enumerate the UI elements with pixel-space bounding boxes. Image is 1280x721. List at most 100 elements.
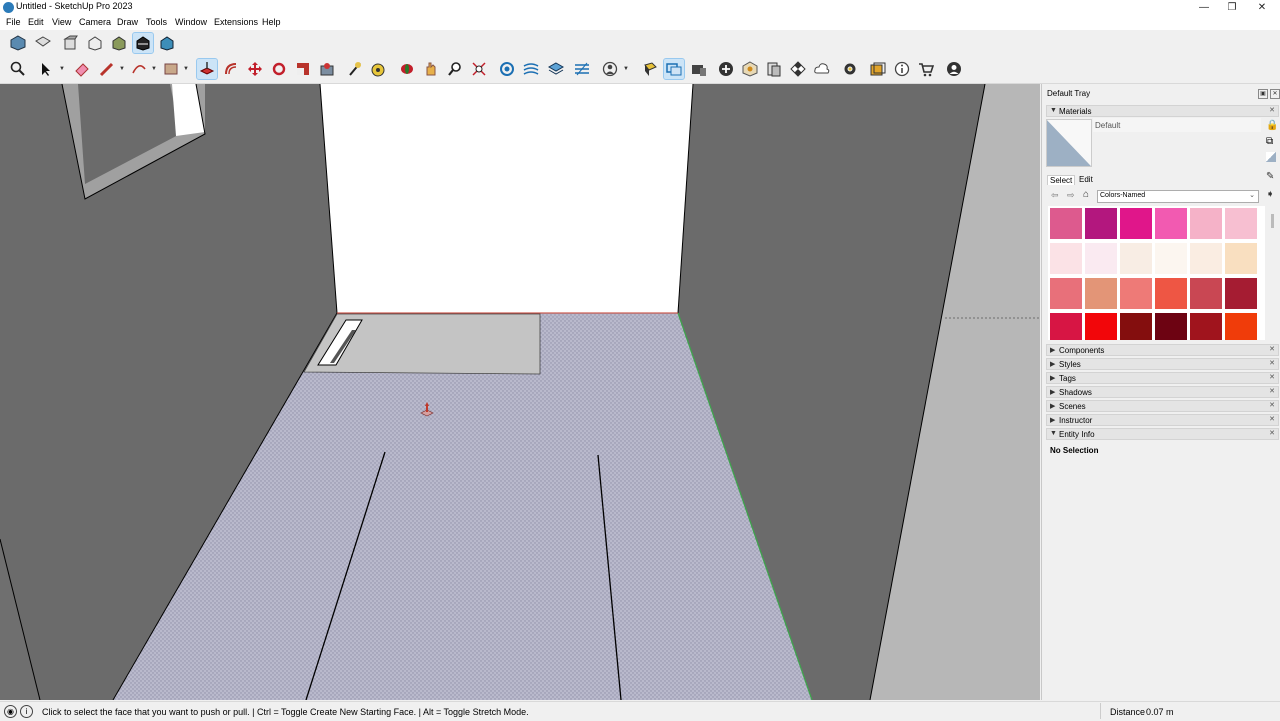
scale-button[interactable]	[293, 59, 313, 79]
create-material-icon[interactable]: ⧉	[1266, 136, 1273, 147]
book-button[interactable]	[764, 59, 784, 79]
material-swatch[interactable]	[1225, 278, 1257, 309]
zoom-extents-button[interactable]	[469, 59, 489, 79]
material-swatch[interactable]	[1120, 278, 1152, 309]
front-view-button[interactable]	[60, 33, 80, 53]
pencil-caret-icon[interactable]: ▼	[119, 66, 125, 72]
right-view-button[interactable]	[85, 33, 105, 53]
library-dropdown[interactable]: Colors-Named ⌄	[1097, 190, 1259, 203]
paint-bucket-button[interactable]	[368, 59, 388, 79]
material-swatch[interactable]	[1190, 313, 1222, 340]
material-swatch[interactable]	[1225, 313, 1257, 340]
panel-close-icon[interactable]: ✕	[1269, 387, 1275, 395]
lock-icon[interactable]: 🔒	[1266, 120, 1278, 131]
menu-tools[interactable]: Tools	[146, 17, 167, 27]
panel-header-components[interactable]: ▶ Components ✕	[1046, 344, 1279, 356]
panel-close-icon[interactable]: ✕	[1269, 106, 1275, 114]
follow-me-button[interactable]	[317, 59, 337, 79]
components-button[interactable]	[640, 59, 660, 79]
offset-button[interactable]	[221, 59, 241, 79]
panel-header-shadows[interactable]: ▶ Shadows ✕	[1046, 386, 1279, 398]
material-swatch[interactable]	[1050, 313, 1082, 340]
left-view-button[interactable]	[132, 32, 154, 54]
material-swatch[interactable]	[1155, 208, 1187, 239]
material-swatch[interactable]	[1155, 243, 1187, 274]
profile-caret-icon[interactable]: ▼	[623, 66, 629, 72]
cart-button[interactable]	[916, 59, 936, 79]
scenes-button[interactable]	[663, 58, 685, 80]
menu-window[interactable]: Window	[175, 17, 207, 27]
eraser-button[interactable]	[72, 59, 92, 79]
info-button[interactable]	[892, 59, 912, 79]
pin-icon[interactable]: ▣	[1258, 89, 1268, 99]
tape-measure-button[interactable]	[345, 59, 365, 79]
home-icon[interactable]: ⌂	[1083, 189, 1089, 200]
checker-button[interactable]	[788, 59, 808, 79]
section-plane-button[interactable]	[497, 59, 517, 79]
material-swatch[interactable]	[1120, 313, 1152, 340]
zoom-button[interactable]	[445, 59, 465, 79]
rectangle-caret-icon[interactable]: ▼	[183, 66, 189, 72]
rectangle-button[interactable]	[161, 59, 181, 79]
menu-file[interactable]: File	[6, 17, 21, 27]
panel-close-icon[interactable]: ✕	[1269, 401, 1275, 409]
tab-edit[interactable]: Edit	[1077, 175, 1095, 184]
iso-view-button[interactable]	[8, 33, 28, 53]
menu-view[interactable]: View	[52, 17, 71, 27]
material-swatch[interactable]	[1190, 278, 1222, 309]
tab-select[interactable]: Select	[1047, 175, 1076, 185]
material-swatch[interactable]	[1225, 243, 1257, 274]
panel-header-tags[interactable]: ▶ Tags ✕	[1046, 372, 1279, 384]
folder-button[interactable]	[868, 59, 888, 79]
materials-panel-header[interactable]: ▼ Materials ✕	[1046, 105, 1279, 117]
account-button[interactable]	[944, 59, 964, 79]
select-button[interactable]	[36, 59, 56, 79]
rotate-button[interactable]	[269, 59, 289, 79]
back-view-button[interactable]	[109, 33, 129, 53]
select-caret-icon[interactable]: ▼	[59, 66, 65, 72]
tray-close-icon[interactable]: ✕	[1270, 89, 1280, 99]
help-icon[interactable]: i	[20, 705, 33, 718]
panel-close-icon[interactable]: ✕	[1269, 415, 1275, 423]
material-swatch[interactable]	[1085, 243, 1117, 274]
back-arrow-icon[interactable]: ⇦	[1051, 190, 1059, 201]
pencil-button[interactable]	[97, 59, 117, 79]
material-swatch[interactable]	[1120, 243, 1152, 274]
eyedropper-icon[interactable]: ✎	[1266, 171, 1274, 182]
material-swatch[interactable]	[1225, 208, 1257, 239]
close-icon[interactable]: ✕	[1246, 0, 1278, 15]
panel-close-icon[interactable]: ✕	[1269, 429, 1275, 437]
material-swatch[interactable]	[1085, 313, 1117, 340]
panel-header-styles[interactable]: ▶ Styles ✕	[1046, 358, 1279, 370]
bottom-view-button[interactable]	[157, 33, 177, 53]
layers-button[interactable]	[546, 59, 566, 79]
panel-close-icon[interactable]: ✕	[1269, 373, 1275, 381]
menu-extensions[interactable]: Extensions	[214, 17, 258, 27]
menu-help[interactable]: Help	[262, 17, 281, 27]
material-swatch[interactable]	[1050, 243, 1082, 274]
panel-close-icon[interactable]: ✕	[1269, 359, 1275, 367]
geo-button[interactable]	[740, 59, 760, 79]
swatch-scrollbar[interactable]	[1271, 214, 1274, 228]
model-viewport[interactable]	[0, 84, 1040, 700]
pan-button[interactable]	[421, 59, 441, 79]
details-arrow-icon[interactable]: ➧	[1266, 189, 1274, 200]
add-location-button[interactable]	[716, 59, 736, 79]
arc-button[interactable]	[129, 59, 149, 79]
move-button[interactable]	[245, 59, 265, 79]
profile-button[interactable]	[600, 59, 620, 79]
orbit-button[interactable]	[397, 59, 417, 79]
material-swatch[interactable]	[1190, 243, 1222, 274]
material-swatch[interactable]	[1155, 278, 1187, 309]
styles-button[interactable]	[572, 59, 592, 79]
panel-header-entity-info[interactable]: ▼ Entity Info ✕	[1046, 428, 1279, 440]
menu-draw[interactable]: Draw	[117, 17, 138, 27]
material-swatch[interactable]	[1050, 278, 1082, 309]
material-swatch[interactable]	[1085, 278, 1117, 309]
geolocation-icon[interactable]: ◉	[4, 705, 17, 718]
forward-arrow-icon[interactable]: ⇨	[1067, 190, 1075, 201]
top-view-button[interactable]	[33, 33, 53, 53]
panel-header-instructor[interactable]: ▶ Instructor ✕	[1046, 414, 1279, 426]
material-swatch[interactable]	[1120, 208, 1152, 239]
panel-header-scenes[interactable]: ▶ Scenes ✕	[1046, 400, 1279, 412]
